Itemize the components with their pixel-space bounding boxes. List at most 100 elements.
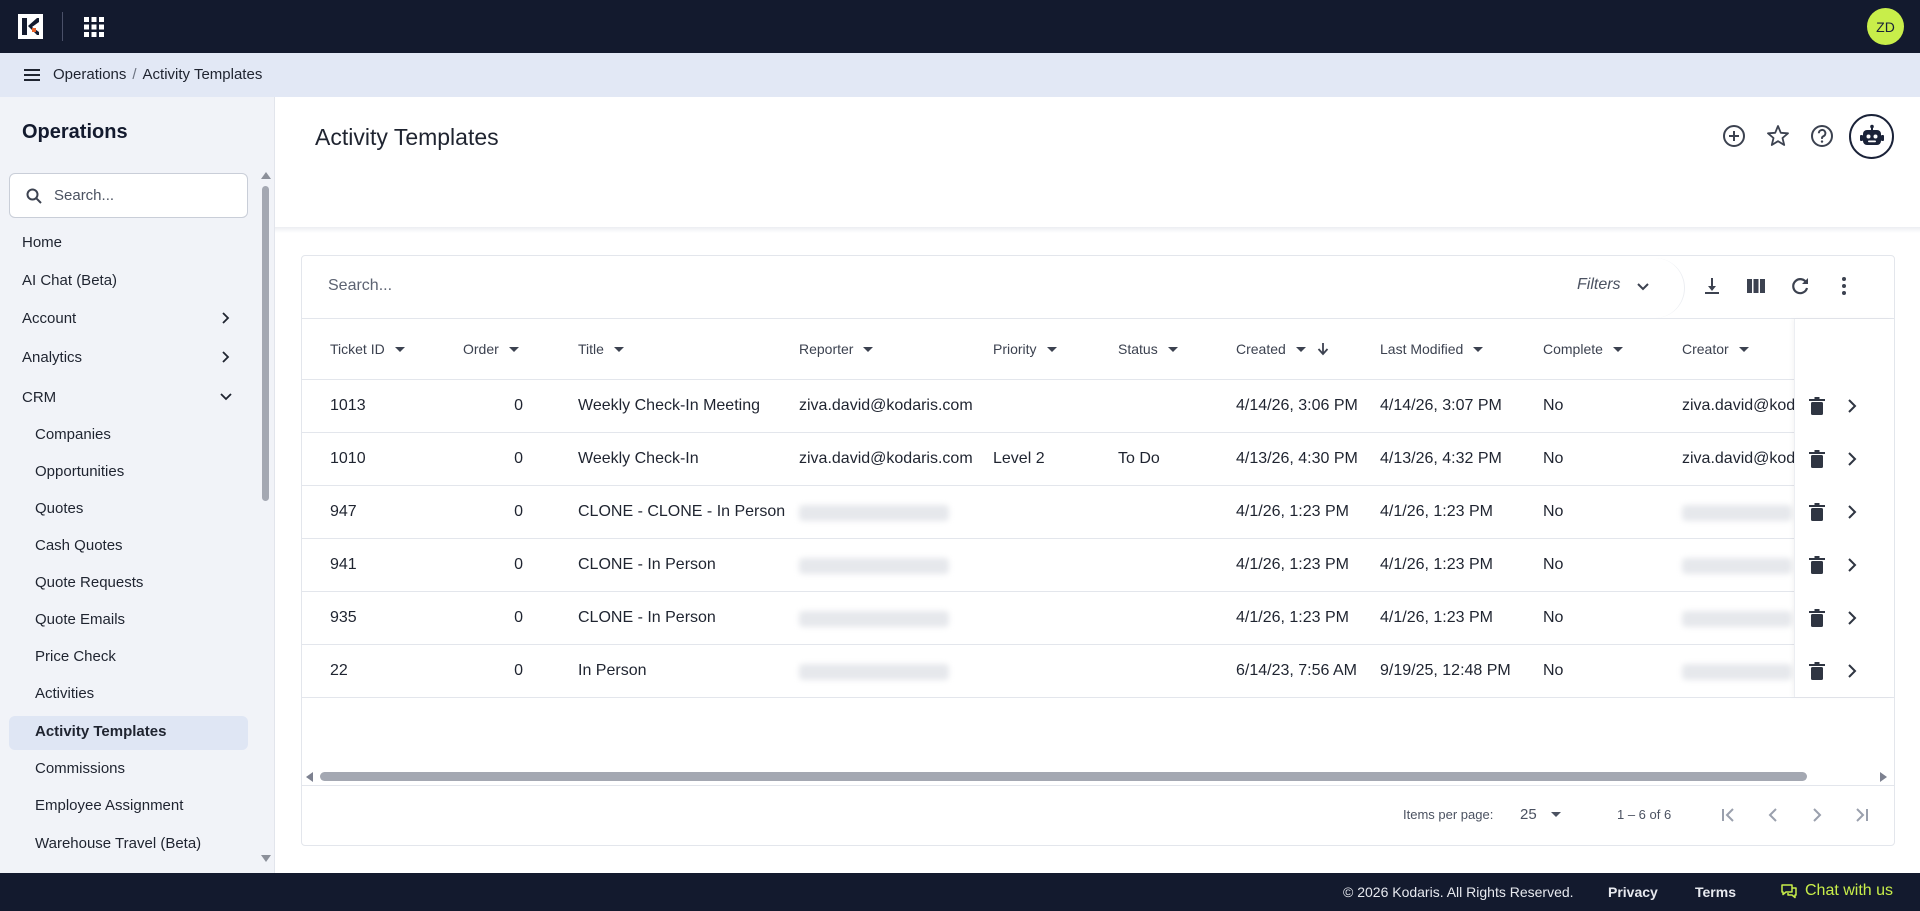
divider: [62, 12, 63, 41]
page-size-select[interactable]: 25: [1520, 806, 1537, 823]
next-page-icon[interactable]: [1805, 803, 1829, 827]
column-header-status[interactable]: Status: [1118, 341, 1178, 357]
scroll-down-arrow[interactable]: [261, 855, 271, 862]
caret-down-icon[interactable]: [1167, 346, 1178, 352]
chevron-down-icon[interactable]: [219, 390, 233, 404]
delete-icon[interactable]: [1808, 555, 1826, 575]
sidebar-item-price-check[interactable]: Price Check: [35, 648, 116, 665]
caret-down-icon[interactable]: [394, 346, 405, 352]
download-icon[interactable]: [1700, 274, 1724, 298]
column-header-order[interactable]: Order: [463, 341, 519, 357]
column-header-ticket-id[interactable]: Ticket ID: [330, 341, 405, 357]
sort-descending-icon[interactable]: [1316, 342, 1330, 356]
sidebar-item-analytics[interactable]: Analytics: [22, 349, 82, 366]
cell-ticket-id: 941: [330, 556, 357, 573]
user-avatar[interactable]: ZD: [1867, 8, 1904, 45]
chevron-right-icon[interactable]: [1843, 397, 1861, 415]
caret-down-icon[interactable]: [1551, 812, 1561, 817]
sidebar-item-quote-requests[interactable]: Quote Requests: [35, 574, 143, 591]
chevron-down-icon[interactable]: [1635, 279, 1651, 295]
delete-icon[interactable]: [1808, 608, 1826, 628]
cell-priority: Level 2: [993, 450, 1045, 467]
caret-down-icon[interactable]: [1046, 346, 1057, 352]
sidebar-item-quotes[interactable]: Quotes: [35, 500, 83, 517]
delete-icon[interactable]: [1808, 661, 1826, 681]
breadcrumb-separator: /: [132, 66, 137, 83]
cell-created: 4/13/26, 4:30 PM: [1236, 450, 1358, 467]
help-icon[interactable]: [1809, 123, 1835, 149]
column-header-creator[interactable]: Creator: [1682, 341, 1749, 357]
columns-icon[interactable]: [1744, 274, 1768, 298]
chevron-right-icon[interactable]: [1843, 556, 1861, 574]
sidebar-item-ai-chat[interactable]: AI Chat (Beta): [22, 272, 117, 289]
caret-down-icon[interactable]: [1738, 346, 1749, 352]
previous-page-icon[interactable]: [1761, 803, 1785, 827]
cell-title: CLONE - CLONE - In Person: [578, 503, 786, 520]
sidebar-item-activity-templates[interactable]: Activity Templates: [35, 723, 166, 740]
cell-last-modified: 9/19/25, 12:48 PM: [1380, 662, 1511, 679]
scroll-left-arrow[interactable]: [306, 772, 313, 782]
column-header-priority[interactable]: Priority: [993, 341, 1057, 357]
first-page-icon[interactable]: [1717, 803, 1741, 827]
star-icon[interactable]: [1765, 123, 1791, 149]
privacy-link[interactable]: Privacy: [1608, 884, 1658, 900]
more-vert-icon[interactable]: [1832, 274, 1856, 298]
sidebar-item-home[interactable]: Home: [22, 234, 62, 251]
scroll-up-arrow[interactable]: [261, 172, 271, 179]
chevron-right-icon[interactable]: [1843, 662, 1861, 680]
breadcrumb: Operations / Activity Templates: [53, 66, 262, 83]
cell-complete: No: [1543, 450, 1564, 467]
delete-icon[interactable]: [1808, 396, 1826, 416]
chevron-right-icon[interactable]: [1843, 450, 1861, 468]
cell-ticket-id: 22: [330, 662, 348, 679]
scroll-thumb[interactable]: [262, 186, 269, 501]
column-label: Ticket ID: [330, 341, 385, 357]
ai-assistant-button[interactable]: [1849, 114, 1894, 159]
sidebar-item-crm[interactable]: CRM: [22, 389, 56, 406]
apps-grid-icon[interactable]: [83, 16, 105, 38]
sidebar-item-companies[interactable]: Companies: [35, 426, 111, 443]
chevron-right-icon[interactable]: [219, 311, 233, 325]
terms-link[interactable]: Terms: [1695, 884, 1736, 900]
hamburger-menu-icon[interactable]: [22, 65, 42, 85]
delete-icon[interactable]: [1808, 449, 1826, 469]
caret-down-icon[interactable]: [863, 346, 874, 352]
column-header-last-modified[interactable]: Last Modified: [1380, 341, 1484, 357]
cell-last-modified: 4/1/26, 1:23 PM: [1380, 609, 1493, 626]
sidebar-item-employee-assignment[interactable]: Employee Assignment: [35, 797, 183, 814]
column-header-title[interactable]: Title: [578, 341, 624, 357]
refresh-icon[interactable]: [1788, 274, 1812, 298]
horizontal-scroll-thumb[interactable]: [320, 772, 1807, 781]
sidebar-item-account[interactable]: Account: [22, 310, 76, 327]
sidebar-item-quote-emails[interactable]: Quote Emails: [35, 611, 125, 628]
sidebar-item-cash-quotes[interactable]: Cash Quotes: [35, 537, 123, 554]
delete-icon[interactable]: [1808, 502, 1826, 522]
column-header-created[interactable]: Created: [1236, 341, 1330, 357]
chat-with-us-button[interactable]: Chat with us: [1780, 882, 1893, 900]
cell-title: Weekly Check-In Meeting: [578, 397, 760, 414]
filters-button[interactable]: Filters: [1577, 276, 1621, 294]
sidebar-item-activities[interactable]: Activities: [35, 685, 94, 702]
sidebar-item-commissions[interactable]: Commissions: [35, 760, 125, 777]
chevron-right-icon[interactable]: [219, 350, 233, 364]
caret-down-icon[interactable]: [613, 346, 624, 352]
sidebar-search-input[interactable]: Search...: [9, 173, 248, 218]
caret-down-icon[interactable]: [1612, 346, 1623, 352]
last-page-icon[interactable]: [1849, 803, 1873, 827]
caret-down-icon[interactable]: [1473, 346, 1484, 352]
chevron-right-icon[interactable]: [1843, 503, 1861, 521]
column-header-complete[interactable]: Complete: [1543, 341, 1623, 357]
sidebar-item-opportunities[interactable]: Opportunities: [35, 463, 124, 480]
sidebar-item-warehouse-travel[interactable]: Warehouse Travel (Beta): [35, 835, 201, 852]
chevron-right-icon[interactable]: [1843, 609, 1861, 627]
caret-down-icon[interactable]: [1295, 346, 1306, 352]
cell-created: 4/1/26, 1:23 PM: [1236, 609, 1349, 626]
scroll-right-arrow[interactable]: [1880, 772, 1887, 782]
caret-down-icon[interactable]: [508, 346, 519, 352]
breadcrumb-operations[interactable]: Operations: [53, 66, 126, 83]
kodaris-logo[interactable]: [18, 14, 43, 39]
add-circle-icon[interactable]: [1721, 123, 1747, 149]
table-search-input[interactable]: Search...: [328, 277, 392, 295]
sidebar-scrollbar[interactable]: [261, 172, 271, 862]
column-header-reporter[interactable]: Reporter: [799, 341, 874, 357]
